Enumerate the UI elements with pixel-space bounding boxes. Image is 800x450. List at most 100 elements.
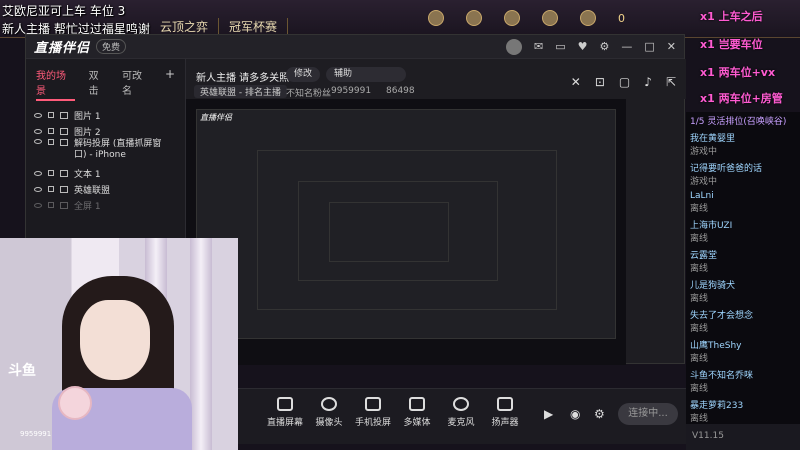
source-item[interactable]: 图片 1 xyxy=(26,107,185,123)
list-item[interactable]: 山鹰TheShy 离线 xyxy=(686,336,800,366)
source-label: 英雄联盟 xyxy=(74,185,111,196)
window-controls: ✉ ▭ ♥ ⚙ — □ ✕ xyxy=(506,38,676,55)
lock-icon[interactable] xyxy=(48,186,54,192)
window-tool-icon[interactable]: ▢ xyxy=(619,75,630,89)
danmu-1: x1 岂要车位 xyxy=(700,38,763,51)
lock-icon[interactable] xyxy=(48,128,54,134)
profile-icon[interactable] xyxy=(428,10,444,26)
play-icon xyxy=(409,397,425,411)
chat-user: 我在黄婴里 xyxy=(690,134,736,144)
chat-status: 离线 xyxy=(690,354,709,364)
eye-icon[interactable] xyxy=(34,170,42,176)
source-item[interactable]: 解码投屏 (直播抓屏窗口) - iPhone xyxy=(26,139,185,165)
chat-panel: 1/5 灵活排位(召唤峡谷) 我在黄婴里 游戏中 记得要听爸爸的话 游戏中 LaLn… xyxy=(686,112,800,442)
list-item[interactable]: LaLni 离线 xyxy=(686,189,800,216)
share-icon[interactable]: ⇱ xyxy=(666,75,676,89)
avatar[interactable] xyxy=(506,38,522,55)
chat-user: LaLni xyxy=(690,191,714,201)
list-item[interactable]: 上海市UZI 离线 xyxy=(686,216,800,246)
shirt-icon[interactable]: ♥ xyxy=(578,40,588,53)
danmu-0: x1 上车之后 xyxy=(700,10,763,23)
loot-icon[interactable] xyxy=(504,10,520,26)
speaker-button[interactable]: 扬声器 xyxy=(482,397,528,428)
category-tag[interactable]: 英雄联盟 - 排名主播 xyxy=(194,85,287,98)
app-logo: 直播伴侣 xyxy=(34,41,91,56)
multimedia-button[interactable]: 多媒体 xyxy=(394,397,440,428)
list-item[interactable]: 儿是狗骑犬 离线 xyxy=(686,276,800,306)
add-scene-icon[interactable]: + xyxy=(165,67,175,101)
control-label: 多媒体 xyxy=(403,418,431,428)
source-item[interactable]: 图片 2 xyxy=(26,123,185,139)
settings-icon[interactable]: ⚙ xyxy=(594,407,605,421)
eye-icon[interactable] xyxy=(34,186,42,192)
close-tool-icon[interactable]: ✕ xyxy=(571,75,581,89)
control-bar: 直播屏幕 摄像头 手机投屏 多媒体 麦克风 扬声器 ▶ ◉ ⚙ 连接中... xyxy=(238,388,686,444)
collection-icon[interactable] xyxy=(466,10,482,26)
chat-user: 记得要听爸爸的话 xyxy=(690,164,763,174)
source-label: 图片 1 xyxy=(74,111,101,122)
list-item[interactable]: 失去了才会想念 离线 xyxy=(686,306,800,336)
eye-icon[interactable] xyxy=(34,202,42,208)
chat-user: 儿是狗骑犬 xyxy=(690,281,736,291)
overlay-line-1: 艾欧尼亚可上车 车位 3 xyxy=(2,4,126,18)
status-time: V11.15 xyxy=(692,431,724,441)
lock-icon[interactable] xyxy=(48,170,54,176)
person-face xyxy=(80,300,150,380)
control-label: 手机投屏 xyxy=(354,418,391,428)
microphone-button[interactable]: 麦克风 xyxy=(438,397,484,428)
message-icon[interactable]: ✉ xyxy=(534,40,543,53)
list-item[interactable]: 记得要听爸爸的话 游戏中 xyxy=(686,159,800,189)
maximize-icon[interactable]: □ xyxy=(644,40,654,53)
eye-icon[interactable]: ◉ xyxy=(570,407,580,421)
scene-tab-mine[interactable]: 我的场景 xyxy=(36,67,75,101)
coins-icon[interactable] xyxy=(580,10,596,26)
phone-cast-button[interactable]: 手机投屏 xyxy=(350,397,396,428)
chat-user: 斗鱼不知名乔咪 xyxy=(690,371,754,381)
list-item[interactable]: 斗鱼不知名乔咪 离线 xyxy=(686,366,800,396)
chat-status: 离线 xyxy=(690,324,709,334)
nested-preview-4 xyxy=(329,202,449,262)
source-item[interactable]: 英雄联盟 xyxy=(26,181,185,197)
scene-tab-double[interactable]: 双击 xyxy=(89,67,108,101)
chat-user: 上海市UZI xyxy=(690,221,733,231)
settings-icon[interactable]: ⚙ xyxy=(600,40,610,53)
eye-icon[interactable] xyxy=(34,112,42,118)
heat-count: 86498 xyxy=(386,86,415,96)
source-item[interactable]: 文本 1 xyxy=(26,165,185,181)
source-label: 图片 2 xyxy=(74,127,101,138)
list-item[interactable]: 我在黄婴里 游戏中 xyxy=(686,129,800,159)
chat-user: 山鹰TheShy xyxy=(690,341,742,351)
lock-icon[interactable] xyxy=(48,202,54,208)
room-id: 9959991 xyxy=(20,430,52,438)
start-live-button[interactable]: 连接中... xyxy=(618,403,678,425)
lock-tool-icon[interactable]: ⊡ xyxy=(595,75,605,89)
scene-tab-rename[interactable]: 可改名 xyxy=(122,67,151,101)
close-icon[interactable]: ✕ xyxy=(667,40,676,53)
lock-icon[interactable] xyxy=(48,112,54,118)
monitor-icon xyxy=(60,201,68,209)
assist-button[interactable]: 辅助 xyxy=(326,67,406,82)
window-icon[interactable]: ▭ xyxy=(555,40,565,53)
edit-button[interactable]: 修改 xyxy=(286,67,321,82)
eye-icon[interactable] xyxy=(34,139,42,144)
screen-capture-button[interactable]: 直播屏幕 xyxy=(262,397,308,428)
source-item[interactable]: 全屏 1 xyxy=(26,197,185,213)
lock-icon[interactable] xyxy=(48,139,54,145)
eye-icon[interactable] xyxy=(34,128,42,134)
list-item[interactable]: 暴走萝莉233 离线 xyxy=(686,396,800,426)
chat-header: 1/5 灵活排位(召唤峡谷) xyxy=(690,117,787,127)
minimize-icon[interactable]: — xyxy=(621,40,632,53)
game-icon xyxy=(60,185,68,193)
bell-icon[interactable]: ♪ xyxy=(644,75,652,89)
nested-preview-2 xyxy=(257,150,557,310)
game-icons xyxy=(428,10,596,26)
source-label: 文本 1 xyxy=(74,169,101,180)
list-item[interactable]: 云露堂 离线 xyxy=(686,246,800,276)
record-icon[interactable]: ▶ xyxy=(544,407,553,421)
fans-count: 9959991 xyxy=(331,86,372,96)
app-badge[interactable]: 免费 xyxy=(96,39,127,54)
stream-title: 新人主播 请多多关照 ~ xyxy=(196,73,301,84)
camera-button[interactable]: 摄像头 xyxy=(306,397,352,428)
preview-canvas[interactable]: 直播伴侣 xyxy=(186,99,626,365)
store-icon[interactable] xyxy=(542,10,558,26)
